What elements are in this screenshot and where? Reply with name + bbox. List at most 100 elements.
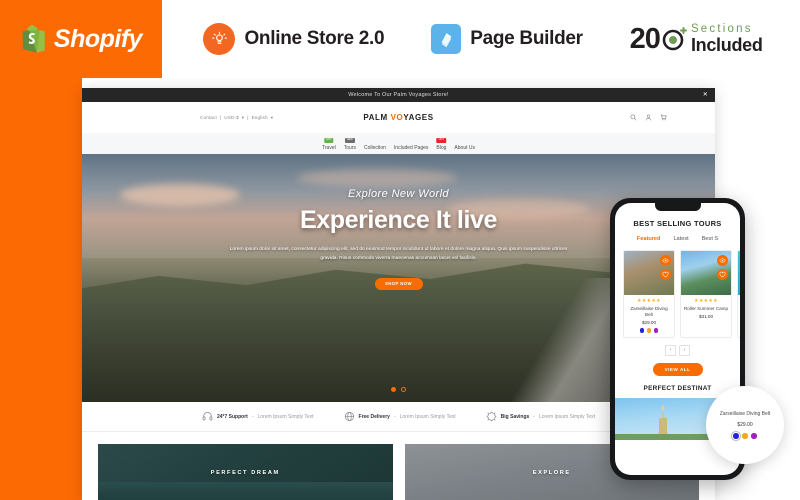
tooltip-product-price: $29.00 bbox=[737, 422, 753, 429]
feature-title: Free Delivery bbox=[358, 413, 390, 420]
promo-item-page-builder: Page Builder bbox=[431, 24, 583, 54]
product-quick-actions bbox=[660, 255, 671, 280]
promo-banner: Shopify Online Store 2.0 Page Builder 20… bbox=[0, 0, 800, 78]
product-card-partial[interactable] bbox=[737, 250, 740, 338]
nav-label: Included Pages bbox=[393, 145, 429, 151]
slider-dot-1[interactable] bbox=[391, 387, 396, 392]
nav-label: Collection bbox=[363, 145, 386, 151]
headset-icon bbox=[202, 411, 213, 422]
nav-label: Travel bbox=[322, 145, 336, 151]
promo-item-sections-included: 20 Sections Included bbox=[630, 23, 763, 56]
feature-title: 24*7 Support bbox=[216, 413, 248, 420]
sections-number: 20 bbox=[629, 22, 661, 55]
product-name: Zarseillaise Diving Belt bbox=[630, 306, 668, 318]
slider-dot-2[interactable] bbox=[401, 387, 406, 392]
nav-item-blog[interactable]: HOT Blog bbox=[436, 138, 447, 151]
globe-icon bbox=[344, 411, 355, 422]
feature-text: Lorem Ipsum Simply Text bbox=[399, 413, 456, 420]
store-logo[interactable]: PALM VOYAGES bbox=[82, 113, 715, 122]
user-icon[interactable] bbox=[645, 114, 652, 121]
swatch-purple[interactable] bbox=[751, 433, 757, 439]
shop-now-button[interactable]: SHOP NOW bbox=[374, 277, 423, 290]
tooltip-swatches bbox=[733, 433, 757, 439]
logo-part-2: VO bbox=[390, 113, 404, 122]
sections-target-icon bbox=[661, 26, 687, 52]
carousel-next-button[interactable]: › bbox=[679, 344, 690, 356]
shopify-bag-icon bbox=[20, 24, 46, 54]
nav-label: Blog bbox=[436, 145, 447, 151]
heart-icon[interactable] bbox=[717, 269, 728, 280]
product-price: $31.00 bbox=[698, 314, 714, 320]
product-image bbox=[624, 251, 674, 295]
feature-text: Lorem Ipsum Simply Text bbox=[538, 413, 596, 420]
product-image bbox=[681, 251, 731, 295]
nav-item-travel[interactable]: HOT Travel bbox=[322, 138, 336, 151]
product-image bbox=[738, 251, 740, 295]
eye-icon[interactable] bbox=[717, 255, 728, 266]
swatch-orange[interactable] bbox=[646, 328, 652, 333]
product-rating: ★★★★★ bbox=[694, 298, 718, 304]
sections-top-label: Sections bbox=[690, 22, 753, 35]
sections-text: Sections Included bbox=[690, 22, 763, 56]
logo-part-1: PALM bbox=[363, 113, 391, 122]
product-card[interactable]: ★★★★★ Zarseillaise Diving Belt $29.00 bbox=[623, 250, 675, 338]
close-icon[interactable]: ✕ bbox=[703, 92, 708, 98]
feature-delivery: Free Delivery - Lorem Ipsum Simply Text bbox=[344, 411, 456, 422]
product-swatches bbox=[626, 328, 672, 333]
floating-product-tooltip: Zarseillaise Diving Belt $29.00 bbox=[706, 386, 784, 464]
product-card[interactable]: ★★★★★ Roller Summer Camp $31.00 bbox=[680, 250, 732, 338]
phone-product-tabs: Featured Latest Best S bbox=[615, 236, 740, 242]
nav-item-tours[interactable]: NEW Tours bbox=[344, 138, 356, 151]
nav-item-about-us[interactable]: About Us bbox=[454, 145, 475, 151]
feature-savings: Big Savings - Lorem Ipsum Simply Text bbox=[486, 411, 595, 422]
logo-part-3: YAGES bbox=[403, 113, 434, 122]
search-icon[interactable] bbox=[630, 114, 637, 121]
heart-icon[interactable] bbox=[660, 269, 671, 280]
eye-icon[interactable] bbox=[660, 255, 671, 266]
view-all-button[interactable]: VIEW ALL bbox=[652, 362, 703, 376]
promo-item-label: Online Store 2.0 bbox=[244, 28, 385, 49]
feature-separator: - bbox=[393, 413, 396, 420]
page-stack-icon bbox=[431, 24, 462, 54]
feature-support: 24*7 Support - Lorem Ipsum Simply Text bbox=[202, 411, 314, 422]
tag-icon bbox=[486, 411, 497, 422]
nav-badge-travel: HOT bbox=[324, 138, 334, 143]
cart-icon[interactable] bbox=[660, 114, 667, 121]
tooltip-product-name: Zarseillaise Diving Belt bbox=[719, 411, 771, 418]
shopify-brand-block: Shopify bbox=[0, 0, 162, 78]
carousel-prev-button[interactable]: ‹ bbox=[665, 344, 676, 356]
nav-item-collection[interactable]: Collection bbox=[364, 145, 386, 151]
nav-label: About Us bbox=[454, 145, 475, 151]
swatch-purple[interactable] bbox=[653, 328, 659, 333]
promo-item-online-store: Online Store 2.0 bbox=[203, 23, 385, 55]
feature-separator: - bbox=[251, 413, 254, 420]
product-price: $29.00 bbox=[641, 320, 657, 326]
product-info: ★★★★★ Zarseillaise Diving Belt $29.00 bbox=[624, 295, 674, 337]
sections-bottom-label: Included bbox=[690, 35, 763, 56]
product-info: ★★★★★ Roller Summer Camp $31.00 bbox=[681, 295, 731, 323]
orange-background-panel bbox=[0, 60, 82, 500]
hero-description: Lorem ipsum dolor sit amet, consectetur … bbox=[229, 247, 568, 261]
tab-best-sellers[interactable]: Best S bbox=[702, 236, 718, 242]
banner-perfect-dream[interactable]: PERFECT DREAM bbox=[98, 444, 393, 500]
swatch-blue[interactable] bbox=[639, 328, 645, 333]
phone-carousel-arrows: ‹ › bbox=[615, 344, 740, 356]
store-header: Contact | USD-$ ▾ | English ▾ PALM VOYAG… bbox=[82, 102, 715, 133]
feature-text: Lorem Ipsum Simply Text bbox=[257, 413, 314, 420]
promo-feature-list: Online Store 2.0 Page Builder 20 Section… bbox=[162, 0, 800, 78]
product-quick-actions bbox=[717, 255, 728, 280]
shopify-wordmark: Shopify bbox=[53, 24, 143, 53]
tab-latest[interactable]: Latest bbox=[673, 236, 688, 242]
tab-featured[interactable]: Featured bbox=[637, 236, 661, 242]
swatch-orange[interactable] bbox=[742, 433, 748, 439]
store-navigation: HOT Travel NEW Tours Collection Included… bbox=[82, 133, 715, 154]
welcome-message: Welcome To Our Palm Voyages Store! bbox=[348, 92, 449, 98]
hero-cloud bbox=[297, 168, 458, 187]
store-header-icons bbox=[630, 114, 667, 121]
phone-notch bbox=[654, 203, 701, 211]
nav-item-included-pages[interactable]: Included Pages bbox=[394, 145, 428, 151]
phone-destination-title: PERFECT DESTINAT bbox=[643, 384, 712, 392]
feature-separator: - bbox=[533, 413, 535, 420]
product-name: Roller Summer Camp bbox=[683, 306, 729, 311]
swatch-blue[interactable] bbox=[733, 433, 739, 439]
